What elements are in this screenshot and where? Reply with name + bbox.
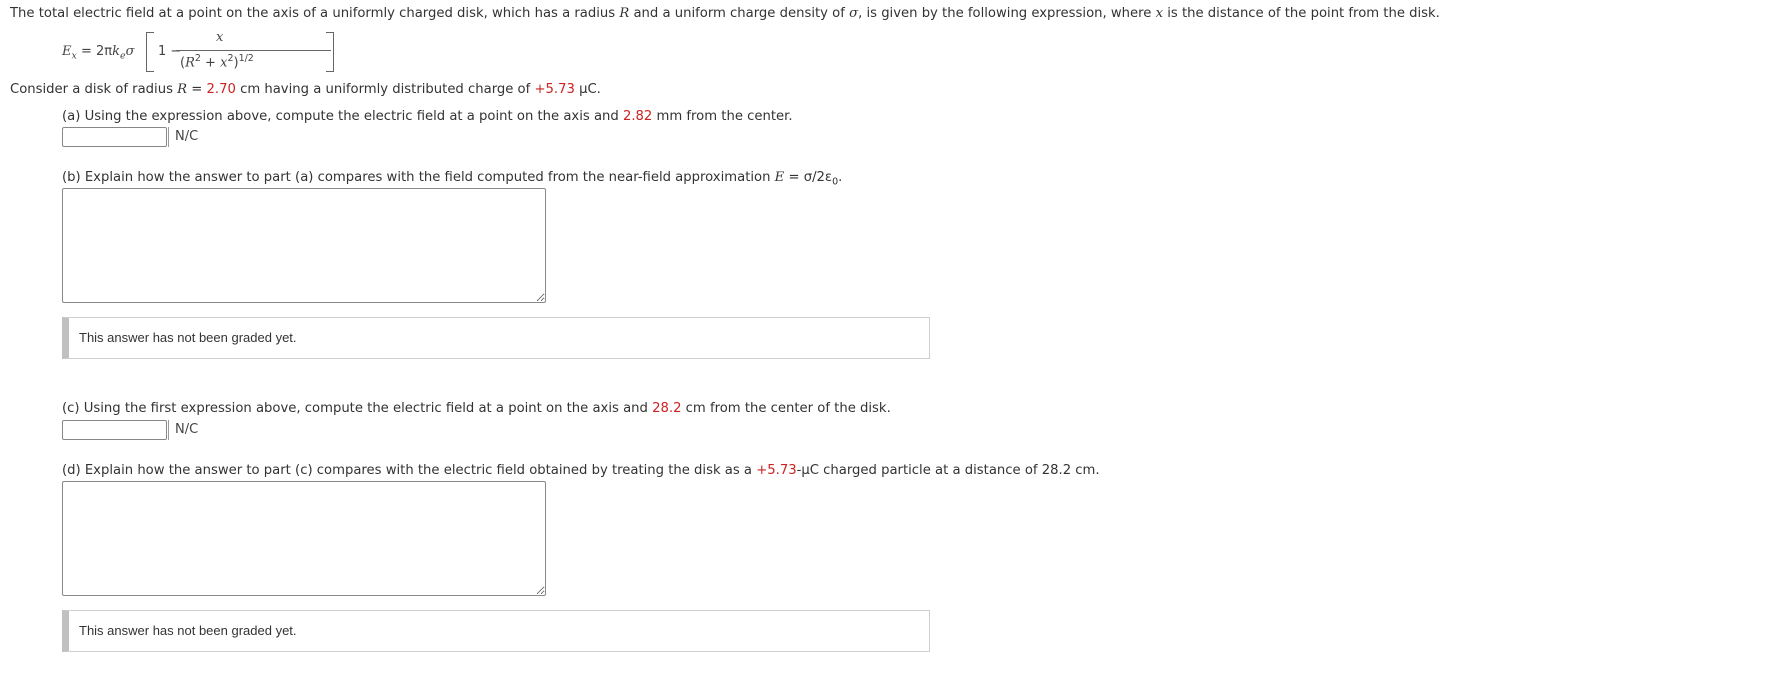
part-a-question: (a) Using the expression above, compute …	[62, 109, 793, 124]
part-b-grading-text: This answer has not been graded yet.	[79, 330, 297, 345]
part-d-grading-status: This answer has not been graded yet.	[62, 610, 930, 652]
problem-intro: The total electric field at a point on t…	[10, 6, 1440, 21]
part-d-essay-textarea[interactable]	[62, 481, 546, 596]
formula-numerator: x	[216, 30, 224, 45]
intro-text-2: and a uniform charge density of	[629, 6, 850, 21]
part-c-unit: N/C	[168, 420, 198, 440]
part-d-grading-text: This answer has not been graded yet.	[79, 623, 297, 638]
charge-value: +5.73	[534, 82, 575, 97]
part-a-unit: N/C	[168, 127, 198, 147]
formula-left-bracket	[146, 32, 154, 72]
part-b-essay-textarea[interactable]	[62, 188, 546, 303]
electric-field-formula: Ex = 2πkeσ 1 − x (R2 + x2)1/2	[62, 30, 334, 74]
formula-denominator: (R2 + x2)1/2	[180, 53, 254, 71]
radius-value: 2.70	[206, 82, 236, 97]
problem-given: Consider a disk of radius R = 2.70 cm ha…	[10, 82, 601, 97]
part-a-answer-input[interactable]	[62, 127, 167, 147]
part-a-distance: 2.82	[622, 109, 653, 124]
part-d-charge: +5.73	[756, 463, 797, 478]
intro-var-x: x	[1155, 6, 1164, 21]
part-b-question: (b) Explain how the answer to part (a) c…	[62, 170, 843, 188]
part-d-question: (d) Explain how the answer to part (c) c…	[62, 463, 1100, 478]
intro-text-4: is the distance of the point from the di…	[1163, 6, 1440, 21]
intro-text-3: , is given by the following expression, …	[858, 6, 1156, 21]
part-c-answer-input[interactable]	[62, 420, 167, 440]
formula-one-minus: 1 −	[158, 44, 182, 59]
intro-var-sigma: σ	[849, 6, 859, 21]
part-c-question: (c) Using the first expression above, co…	[62, 401, 891, 416]
formula-fraction-bar	[176, 50, 331, 51]
intro-var-R: R	[619, 6, 630, 21]
part-c-distance: 28.2	[652, 401, 682, 416]
part-b-grading-status: This answer has not been graded yet.	[62, 317, 930, 359]
intro-text-1: The total electric field at a point on t…	[10, 6, 620, 21]
formula-right-bracket	[326, 32, 334, 72]
formula-lhs: Ex = 2πkeσ	[62, 44, 135, 62]
